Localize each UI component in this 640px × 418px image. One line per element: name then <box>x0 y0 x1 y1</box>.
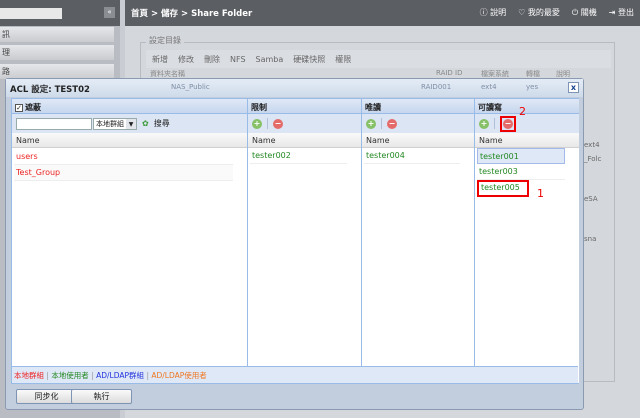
nfs-button[interactable]: NFS <box>230 55 246 64</box>
separator: | <box>91 371 94 380</box>
sidebar-header: « <box>0 0 120 26</box>
readonly-column: 唯讀 + − Name tester004 <box>362 99 475 383</box>
legend-ad-group: AD/LDAP群組 <box>96 371 145 380</box>
separator: | <box>46 371 49 380</box>
logout-link[interactable]: ⇥ 登出 <box>609 7 634 18</box>
bg-text: _Folc <box>584 155 602 163</box>
color-legend: 本地群組 | 本地使用者 | AD/LDAP群組 | AD/LDAP使用者 <box>12 366 578 383</box>
list-item[interactable]: tester002 <box>250 148 347 164</box>
help-link[interactable]: ⓘ 說明 <box>480 7 507 18</box>
delete-button[interactable]: 刪除 <box>204 54 220 65</box>
add-icon[interactable]: + <box>366 118 376 129</box>
add-icon[interactable]: + <box>479 118 489 129</box>
remove-highlight: − <box>500 115 516 132</box>
sidebar-item[interactable]: 訊 <box>0 27 114 42</box>
annotation-2: 2 <box>519 105 526 118</box>
samba-button[interactable]: Samba <box>256 55 284 64</box>
acl-dialog: ACL 設定: TEST02 x ✓ 遮蔽 本地群組 ▼ ✿ 搜尋 Name use… <box>5 78 584 410</box>
add-icon[interactable]: + <box>252 118 262 129</box>
bg-text: sna <box>584 235 597 243</box>
writable-header: 可讀寫 <box>475 99 579 114</box>
add-button[interactable]: 新增 <box>152 54 168 65</box>
sidebar-search[interactable] <box>0 8 62 19</box>
search-button[interactable]: 搜尋 <box>154 118 170 129</box>
annotation-1: 1 <box>537 187 544 200</box>
sync-button[interactable]: 同步化 <box>16 389 77 404</box>
deny-header: 限制 <box>248 99 361 114</box>
chevron-down-icon: ▼ <box>126 118 136 129</box>
list-item[interactable]: tester005 <box>477 180 529 197</box>
sidebar-item[interactable]: 路 <box>0 64 114 79</box>
separator: | <box>146 371 149 380</box>
remove-icon[interactable]: − <box>503 118 513 129</box>
legend-ad-user: AD/LDAP使用者 <box>151 371 207 380</box>
search-icon: ✿ <box>142 119 149 128</box>
list-item[interactable]: tester003 <box>477 164 565 180</box>
acl-button[interactable]: 權限 <box>335 54 351 65</box>
legend-local-group: 本地群組 <box>14 371 44 380</box>
heart-icon: ♡ <box>518 8 528 17</box>
writable-toolbar: + − <box>475 114 579 133</box>
bg-text: eSA <box>584 195 598 203</box>
deny-column: 限制 + − Name tester002 <box>248 99 362 383</box>
folder-row[interactable]: NAS_Public RAID001 ext4 yes <box>146 83 611 97</box>
snapshot-button[interactable]: 硬碟快照 <box>293 54 325 65</box>
logout-icon: ⇥ <box>608 8 618 17</box>
top-bar: 首頁 > 儲存 > Share Folder ⓘ 說明 ♡ 我的最愛 ⏻ 關機 … <box>125 0 640 26</box>
remove-icon[interactable]: − <box>387 118 397 129</box>
help-icon: ⓘ <box>479 8 491 17</box>
shutdown-link[interactable]: ⏻ 關機 <box>572 7 597 18</box>
power-icon: ⏻ <box>571 8 581 17</box>
edit-button[interactable]: 修改 <box>178 54 194 65</box>
filter-checkbox[interactable]: ✓ <box>15 104 23 112</box>
folder-toolbar: 新增 修改 刪除 NFS Samba 硬碟快照 權限 <box>146 50 611 68</box>
writable-column: 可讀寫 + − 2 Name tester001 tester003 tester… <box>475 99 579 383</box>
list-item[interactable]: Test_Group <box>14 165 233 181</box>
deny-toolbar: + − <box>248 114 361 133</box>
section-title: 設定目錄 <box>146 35 184 46</box>
name-column-header[interactable]: Name <box>12 133 247 148</box>
list-item[interactable]: users <box>14 149 233 165</box>
list-item[interactable]: tester001 <box>477 148 565 164</box>
legend-local-user: 本地使用者 <box>51 371 89 380</box>
remove-icon[interactable]: − <box>273 118 283 129</box>
list-item[interactable]: tester004 <box>364 148 460 164</box>
group-type-select[interactable]: 本地群組 ▼ <box>93 117 137 130</box>
user-group-column: ✓ 遮蔽 本地群組 ▼ ✿ 搜尋 Name users Test_Group <box>12 99 248 383</box>
collapse-sidebar-button[interactable]: « <box>104 7 115 18</box>
filter-header: ✓ 遮蔽 <box>12 99 247 114</box>
acl-panel: ✓ 遮蔽 本地群組 ▼ ✿ 搜尋 Name users Test_Group 限制 … <box>11 98 579 384</box>
breadcrumb: 首頁 > 儲存 > Share Folder <box>131 9 253 19</box>
bg-text: ext4 <box>584 141 600 149</box>
readonly-toolbar: + − <box>362 114 474 133</box>
sidebar-item[interactable]: 理 <box>0 45 114 60</box>
filter-toolbar: 本地群組 ▼ ✿ 搜尋 <box>12 114 247 133</box>
search-input[interactable] <box>16 117 92 130</box>
name-column-header[interactable]: Name <box>362 133 474 148</box>
name-column-header[interactable]: Name <box>475 133 579 148</box>
name-column-header[interactable]: Name <box>248 133 361 148</box>
apply-button[interactable]: 執行 <box>71 389 132 404</box>
readonly-header: 唯讀 <box>362 99 474 114</box>
favorites-link[interactable]: ♡ 我的最愛 <box>518 7 560 18</box>
